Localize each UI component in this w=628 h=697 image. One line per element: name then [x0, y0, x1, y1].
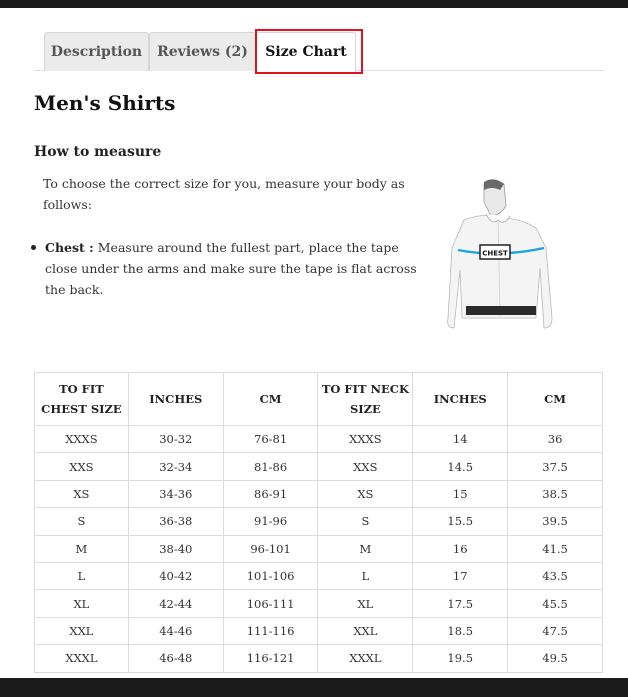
- cell-chest-inches: 32-34: [127, 452, 224, 481]
- cell-neck-size: XL: [317, 589, 414, 618]
- tab-size-chart[interactable]: Size Chart: [256, 32, 356, 72]
- cell-chest-size: XXXL: [34, 644, 129, 673]
- size-chart-table: TO FIT CHEST SIZE INCHES CM TO FIT NECK …: [34, 372, 603, 673]
- page-title: Men's Shirts: [34, 91, 176, 115]
- cell-neck-inches: 15.5: [412, 507, 509, 536]
- product-tabs: Description Reviews (2) Size Chart: [34, 32, 604, 72]
- table-row: XXL 44-46 111-116 XXL 18.5 47.5: [34, 616, 603, 646]
- cell-neck-size: XS: [317, 479, 414, 509]
- cell-chest-cm: 91-96: [222, 507, 319, 536]
- cell-neck-cm: 43.5: [507, 561, 603, 591]
- cell-neck-size: L: [317, 561, 414, 591]
- section-subtitle: How to measure: [34, 144, 162, 160]
- header-neck-cm: CM: [507, 372, 603, 426]
- cell-neck-inches: 14.5: [412, 452, 509, 481]
- cell-neck-inches: 18.5: [412, 616, 509, 646]
- cell-neck-cm: 49.5: [507, 644, 603, 673]
- header-chest-size: TO FIT CHEST SIZE: [34, 372, 129, 426]
- table-row: XXS 32-34 81-86 XXS 14.5 37.5: [34, 452, 603, 481]
- table-row: XXXS 30-32 76-81 XXXS 14 36: [34, 424, 603, 454]
- cell-chest-inches: 44-46: [127, 616, 224, 646]
- cell-neck-inches: 16: [412, 534, 509, 563]
- belt-shape: [466, 306, 536, 315]
- table-row: M 38-40 96-101 M 16 41.5: [34, 534, 603, 563]
- cell-chest-cm: 101-106: [222, 561, 319, 591]
- tab-description[interactable]: Description: [44, 32, 149, 71]
- table-body: XXXS 30-32 76-81 XXXS 14 36 XXS 32-34 81-86 XXS 14…: [34, 424, 603, 673]
- cell-neck-inches: 19.5: [412, 644, 509, 673]
- measure-list: Chest : Measure around the fullest part,…: [30, 237, 430, 300]
- cell-neck-inches: 14: [412, 424, 509, 454]
- cell-chest-cm: 96-101: [222, 534, 319, 563]
- intro-text: To choose the correct size for you, meas…: [43, 176, 405, 212]
- cell-neck-size: S: [317, 507, 414, 536]
- bullet-term: Chest :: [45, 240, 94, 255]
- top-bar: [0, 0, 628, 8]
- table-header-row: TO FIT CHEST SIZE INCHES CM TO FIT NECK …: [34, 372, 603, 426]
- cell-chest-cm: 86-91: [222, 479, 319, 509]
- header-chest-cm: CM: [222, 372, 319, 426]
- cell-neck-cm: 39.5: [507, 507, 603, 536]
- cell-neck-cm: 45.5: [507, 589, 603, 618]
- cell-chest-cm: 111-116: [222, 616, 319, 646]
- cell-neck-inches: 17.5: [412, 589, 509, 618]
- cell-chest-inches: 36-38: [127, 507, 224, 536]
- cell-neck-cm: 47.5: [507, 616, 603, 646]
- table-row: XL 42-44 106-111 XL 17.5 45.5: [34, 589, 603, 618]
- chest-label: CHEST: [482, 250, 508, 258]
- shirt-chest-figure: CHEST: [447, 179, 553, 329]
- table-row: L 40-42 101-106 L 17 43.5: [34, 561, 603, 591]
- cell-chest-inches: 30-32: [127, 424, 224, 454]
- cell-neck-cm: 36: [507, 424, 603, 454]
- cell-neck-size: XXXL: [317, 644, 414, 673]
- cell-chest-size: XXL: [34, 616, 129, 646]
- cell-neck-size: XXS: [317, 452, 414, 481]
- cell-chest-cm: 116-121: [222, 644, 319, 673]
- cell-chest-cm: 76-81: [222, 424, 319, 454]
- cell-chest-inches: 38-40: [127, 534, 224, 563]
- cell-neck-size: XXXS: [317, 424, 414, 454]
- cell-chest-size: XXS: [34, 452, 129, 481]
- cell-chest-cm: 81-86: [222, 452, 319, 481]
- header-neck-size: TO FIT NECK SIZE: [317, 372, 414, 426]
- table-row: S 36-38 91-96 S 15.5 39.5: [34, 507, 603, 536]
- table-row: XXXL 46-48 116-121 XXXL 19.5 49.5: [34, 644, 603, 673]
- cell-chest-cm: 106-111: [222, 589, 319, 618]
- cell-neck-inches: 17: [412, 561, 509, 591]
- cell-chest-size: S: [34, 507, 129, 536]
- table-row: XS 34-36 86-91 XS 15 38.5: [34, 479, 603, 509]
- cell-chest-size: XL: [34, 589, 129, 618]
- cell-chest-size: XS: [34, 479, 129, 509]
- cell-chest-size: M: [34, 534, 129, 563]
- list-item: Chest : Measure around the fullest part,…: [30, 237, 430, 300]
- cell-neck-cm: 41.5: [507, 534, 603, 563]
- cell-neck-cm: 37.5: [507, 452, 603, 481]
- header-neck-inches: INCHES: [412, 372, 509, 426]
- cell-neck-inches: 15: [412, 479, 509, 509]
- bullet-icon: [31, 245, 36, 250]
- header-chest-inches: INCHES: [127, 372, 224, 426]
- cell-chest-inches: 34-36: [127, 479, 224, 509]
- cell-chest-inches: 40-42: [127, 561, 224, 591]
- footer-bar: [0, 678, 628, 697]
- cell-chest-size: XXXS: [34, 424, 129, 454]
- cell-neck-size: M: [317, 534, 414, 563]
- cell-neck-cm: 38.5: [507, 479, 603, 509]
- cell-chest-inches: 42-44: [127, 589, 224, 618]
- tab-reviews[interactable]: Reviews (2): [149, 32, 256, 71]
- cell-chest-size: L: [34, 561, 129, 591]
- bullet-text: Measure around the fullest part, place t…: [45, 240, 417, 297]
- cell-chest-inches: 46-48: [127, 644, 224, 673]
- cell-neck-size: XXL: [317, 616, 414, 646]
